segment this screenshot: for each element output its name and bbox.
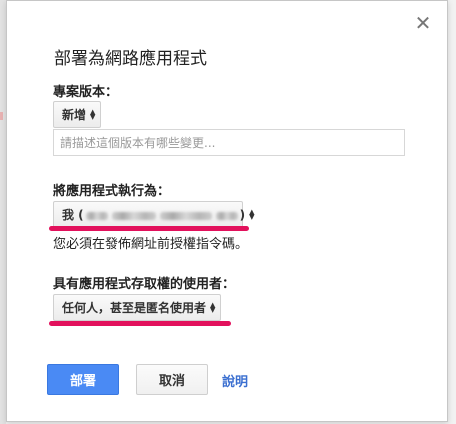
dialog-title: 部署為網路應用程式 [54, 49, 207, 69]
deploy-dialog: ✕ 部署為網路應用程式 專案版本： 新增 ▲▼ 將應用程式執行為： 我 () ▲… [6, 0, 448, 422]
access-select[interactable]: 任何人，甚至是匿名使用者 ▲ ▼ [53, 294, 221, 321]
highlight-underline [49, 321, 231, 326]
access-label: 具有應用程式存取權的使用者： [53, 277, 236, 292]
version-label: 專案版本： [53, 85, 119, 100]
redacted-email [159, 211, 212, 220]
execute-as-select-value: 我 () [62, 206, 245, 223]
redacted-email [111, 211, 156, 220]
redacted-email [215, 211, 238, 220]
version-select[interactable]: 新增 ▲ ▼ [53, 101, 101, 128]
redacted-email [85, 211, 108, 220]
deploy-button[interactable]: 部署 [47, 364, 119, 395]
version-description-input[interactable] [53, 129, 405, 156]
select-arrows-icon: ▲ ▼ [90, 107, 96, 121]
execute-as-suffix: ) [239, 208, 246, 222]
version-select-value: 新增 [62, 108, 87, 122]
authorize-hint: 您必須在發佈網址前授權指令碼。 [53, 237, 249, 252]
execute-as-label: 將應用程式執行為： [53, 184, 171, 199]
execute-as-select[interactable]: 我 () ▲ ▼ [53, 201, 255, 228]
cancel-button[interactable]: 取消 [136, 364, 208, 395]
close-icon[interactable]: ✕ [413, 13, 433, 33]
select-arrows-icon: ▲ ▼ [210, 300, 216, 314]
highlight-underline [49, 226, 249, 231]
access-select-value: 任何人，甚至是匿名使用者 [62, 301, 207, 315]
help-link[interactable]: 說明 [222, 371, 248, 390]
execute-as-prefix: 我 ( [62, 208, 84, 222]
page-mark [0, 112, 3, 120]
select-arrows-icon: ▲ ▼ [249, 207, 255, 221]
